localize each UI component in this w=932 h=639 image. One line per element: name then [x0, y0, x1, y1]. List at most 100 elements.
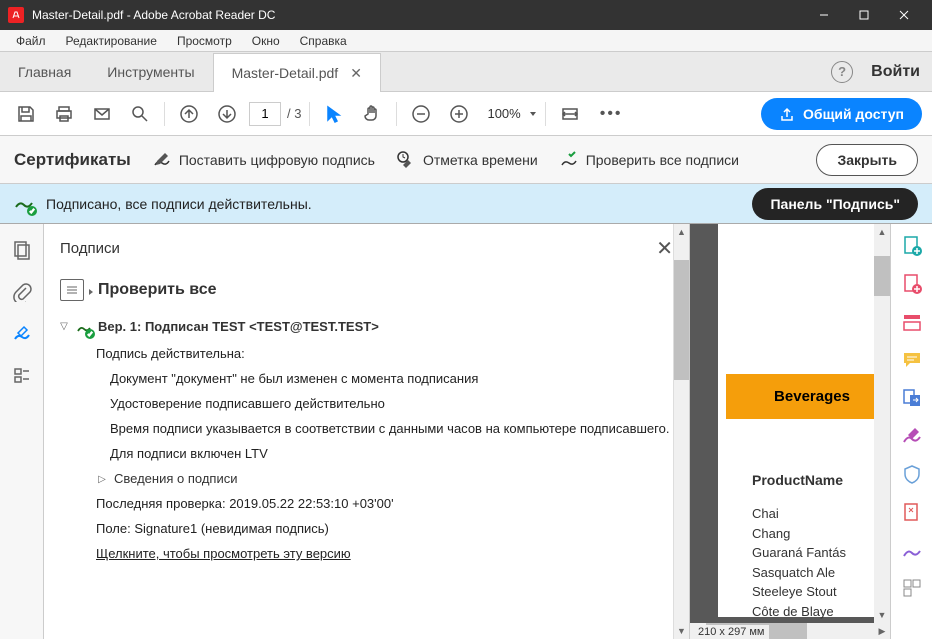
share-icon — [779, 106, 795, 122]
digital-sign-button[interactable]: Поставить цифровую подпись — [151, 149, 375, 171]
verify-all-label[interactable]: Проверить все — [98, 281, 217, 299]
minimize-button[interactable] — [804, 0, 844, 30]
share-button[interactable]: Общий доступ — [761, 98, 922, 130]
sign-tool-icon[interactable] — [900, 424, 924, 448]
category-header: Beverages — [726, 374, 890, 419]
zoom-dropdown[interactable]: 100% — [481, 106, 536, 121]
scroll-thumb[interactable] — [874, 256, 890, 296]
expand-icon[interactable]: ▷ — [96, 474, 108, 485]
view-version-link[interactable]: Щелкните, чтобы просмотреть эту версию — [96, 541, 675, 566]
menu-edit[interactable]: Редактирование — [56, 32, 167, 50]
signature-status-text: Подписано, все подписи действительны. — [46, 196, 752, 212]
edit-pdf-icon[interactable] — [900, 310, 924, 334]
hand-tool-icon[interactable] — [356, 98, 388, 130]
main-area: Подписи ✕ Проверить все ▽ Вер. 1: Подпис… — [0, 224, 932, 639]
preview-horizontal-scrollbar[interactable]: 210 x 297 мм ◀ ▶ — [690, 623, 890, 639]
document-preview[interactable]: Beverages ProductName Chai Chang Guaraná… — [690, 224, 890, 639]
close-tab-icon[interactable]: ✕ — [350, 65, 362, 82]
verify-all-signatures-button[interactable]: Проверить все подписи — [558, 149, 739, 171]
scroll-right-icon[interactable]: ▶ — [874, 626, 890, 637]
toolbar: / 3 100% ••• Общий доступ — [0, 92, 932, 136]
list-item: Guaraná Fantás — [752, 543, 846, 563]
document-tabs: Главная Инструменты Master-Detail.pdf ✕ … — [0, 52, 932, 92]
preview-vertical-scrollbar[interactable]: ▲ ▼ — [874, 224, 890, 623]
panel-scrollbar[interactable]: ▲ ▼ — [673, 224, 689, 639]
signature-details-node[interactable]: ▷ Сведения о подписи — [96, 466, 675, 491]
login-button[interactable]: Войти — [871, 63, 920, 81]
list-item: Chang — [752, 524, 846, 544]
app-icon — [8, 7, 24, 23]
close-certificates-button[interactable]: Закрыть — [816, 144, 918, 176]
thumbnails-icon[interactable] — [10, 238, 34, 262]
signature-panel-button[interactable]: Панель "Подпись" — [752, 188, 918, 220]
create-pdf-icon[interactable] — [900, 234, 924, 258]
prev-page-icon[interactable] — [173, 98, 205, 130]
product-list: Chai Chang Guaraná Fantás Sasquatch Ale … — [752, 504, 846, 621]
revision-label: Вер. 1: Подписан TEST <TEST@TEST.TEST> — [98, 319, 379, 334]
page-dimensions-label: 210 x 297 мм — [694, 625, 769, 639]
signature-revision-node[interactable]: ▽ Вер. 1: Подписан TEST <TEST@TEST.TEST> — [58, 319, 675, 337]
page-content: Beverages ProductName Chai Chang Guaraná… — [718, 224, 890, 617]
page-number-input[interactable] — [249, 102, 281, 126]
zoom-out-icon[interactable] — [405, 98, 437, 130]
timestamp-button[interactable]: Отметка времени — [395, 149, 538, 171]
scroll-up-icon[interactable]: ▲ — [874, 224, 890, 240]
zoom-in-icon[interactable] — [443, 98, 475, 130]
more-tools-icon[interactable] — [900, 576, 924, 600]
protect-icon[interactable] — [900, 462, 924, 486]
panel-options-button[interactable] — [60, 279, 84, 301]
menu-view[interactable]: Просмотр — [167, 32, 242, 50]
page-total-label: / 3 — [287, 106, 301, 121]
comment-icon[interactable] — [900, 348, 924, 372]
expand-icon[interactable]: ▽ — [58, 321, 70, 332]
save-icon[interactable] — [10, 98, 42, 130]
menu-window[interactable]: Окно — [242, 32, 290, 50]
close-panel-icon[interactable]: ✕ — [656, 236, 673, 261]
scroll-down-icon[interactable]: ▼ — [874, 607, 890, 623]
titlebar: Master-Detail.pdf - Adobe Acrobat Reader… — [0, 0, 932, 30]
tab-tools[interactable]: Инструменты — [89, 52, 212, 91]
signatures-panel: Подписи ✕ Проверить все ▽ Вер. 1: Подпис… — [44, 224, 690, 639]
menu-file[interactable]: Файл — [6, 32, 56, 50]
selection-tool-icon[interactable] — [318, 98, 350, 130]
menubar: Файл Редактирование Просмотр Окно Справк… — [0, 30, 932, 52]
mail-icon[interactable] — [86, 98, 118, 130]
field-line: Поле: Signature1 (невидимая подпись) — [96, 516, 675, 541]
maximize-button[interactable] — [844, 0, 884, 30]
scroll-thumb[interactable] — [674, 260, 689, 380]
compress-pdf-icon[interactable] — [900, 500, 924, 524]
menu-help[interactable]: Справка — [290, 32, 357, 50]
tab-label: Master-Detail.pdf — [232, 65, 339, 81]
right-sidebar — [890, 224, 932, 639]
signatures-nav-icon[interactable] — [10, 322, 34, 346]
attachments-icon[interactable] — [10, 280, 34, 304]
list-item: Côte de Blaye — [752, 602, 846, 622]
export-pdf-icon[interactable] — [900, 386, 924, 410]
print-icon[interactable] — [48, 98, 80, 130]
chevron-down-icon — [529, 106, 537, 121]
column-header: ProductName — [752, 472, 843, 488]
certificates-title: Сертификаты — [14, 150, 131, 170]
signature-tree: ▽ Вер. 1: Подписан TEST <TEST@TEST.TEST>… — [44, 315, 689, 639]
more-tools-button[interactable]: ••• — [592, 105, 631, 123]
detail-line: Время подписи указывается в соответствии… — [110, 416, 675, 441]
combine-pdf-icon[interactable] — [900, 272, 924, 296]
help-icon[interactable]: ? — [831, 61, 853, 83]
signature-valid-line: Подпись действительна: — [96, 341, 675, 366]
scroll-up-icon[interactable]: ▲ — [674, 224, 689, 240]
left-sidebar — [0, 224, 44, 639]
tab-home[interactable]: Главная — [0, 52, 89, 91]
bookmarks-icon[interactable] — [10, 364, 34, 388]
scroll-down-icon[interactable]: ▼ — [674, 623, 689, 639]
fit-width-icon[interactable] — [554, 98, 586, 130]
search-icon[interactable] — [124, 98, 156, 130]
share-button-label: Общий доступ — [803, 106, 904, 122]
fill-sign-icon[interactable] — [900, 538, 924, 562]
detail-line: Для подписи включен LTV — [110, 441, 675, 466]
tab-active-document[interactable]: Master-Detail.pdf ✕ — [213, 53, 381, 92]
signatures-panel-title: Подписи — [60, 240, 120, 257]
next-page-icon[interactable] — [211, 98, 243, 130]
close-window-button[interactable] — [884, 0, 924, 30]
last-check-line: Последняя проверка: 2019.05.22 22:53:10 … — [96, 491, 675, 516]
window-title: Master-Detail.pdf - Adobe Acrobat Reader… — [32, 8, 804, 22]
